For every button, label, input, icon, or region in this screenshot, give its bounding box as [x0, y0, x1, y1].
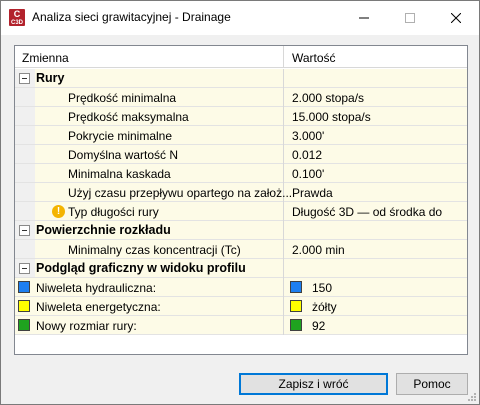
minimize-icon	[359, 17, 369, 19]
category-podglad-graficzny[interactable]: Podgląd graficzny w widoku profilu	[15, 259, 467, 278]
exclamation-icon: !	[52, 205, 65, 218]
property-label: Nowy rozmiar rury:	[36, 319, 137, 333]
property-label: Prędkość minimalna	[68, 91, 177, 105]
title-bar[interactable]: C C3D Analiza sieci grawitacyjnej - Drai…	[1, 1, 479, 35]
color-swatch	[290, 300, 302, 312]
property-row[interactable]: Pokrycie minimalne 3.000'	[15, 126, 467, 145]
property-row[interactable]: ! Typ długości rury Długość 3D — od środ…	[15, 202, 467, 233]
property-row[interactable]: Minimalna kaskada 0.100'	[15, 164, 467, 183]
category-label: Rury	[36, 71, 65, 85]
column-header-value[interactable]: Wartość	[292, 51, 336, 65]
property-label: Użyj czasu przepływu opartego na założ..…	[68, 186, 293, 200]
category-label: Podgląd graficzny w widoku profilu	[36, 261, 246, 275]
color-swatch	[290, 281, 302, 293]
help-button[interactable]: Pomoc	[396, 373, 468, 395]
property-label: Pokrycie minimalne	[68, 129, 173, 143]
property-label: Domyślna wartość N	[68, 148, 179, 162]
property-value[interactable]: 0.012	[292, 148, 322, 162]
property-value[interactable]: żółty	[312, 300, 337, 314]
category-rury[interactable]: Rury	[15, 69, 467, 88]
collapse-icon[interactable]	[19, 73, 30, 84]
minimize-button[interactable]	[341, 1, 387, 35]
property-value[interactable]: 92	[312, 319, 325, 333]
column-header-name[interactable]: Zmienna	[22, 51, 69, 65]
property-row[interactable]: Minimalny czas koncentracji (Tc) 2.000 m…	[15, 240, 467, 259]
property-row[interactable]: Prędkość maksymalna 15.000 stopa/s	[15, 107, 467, 126]
dialog-window: C C3D Analiza sieci grawitacyjnej - Drai…	[0, 0, 480, 405]
maximize-icon	[405, 13, 415, 23]
property-label: Prędkość maksymalna	[68, 110, 189, 124]
color-swatch	[290, 319, 302, 331]
property-row[interactable]: Prędkość minimalna 2.000 stopa/s	[15, 88, 467, 107]
civil3d-app-icon: C C3D	[9, 9, 25, 26]
property-grid: Zmienna Wartość Rury Prędkość minimalna …	[14, 45, 468, 355]
collapse-icon[interactable]	[19, 225, 30, 236]
property-label: Typ długości rury	[68, 205, 159, 219]
property-value[interactable]: 3.000'	[292, 129, 324, 143]
close-icon	[451, 13, 461, 23]
color-swatch	[18, 281, 30, 293]
window-title: Analiza sieci grawitacyjnej - Drainage	[32, 10, 231, 24]
property-row[interactable]: Użyj czasu przepływu opartego na założ..…	[15, 183, 467, 202]
property-value[interactable]: 15.000 stopa/s	[292, 110, 371, 124]
close-button[interactable]	[433, 1, 479, 35]
property-value[interactable]: 2.000 stopa/s	[292, 91, 364, 105]
resize-grip-icon[interactable]	[467, 392, 477, 402]
category-powierzchnie-rozkladu[interactable]: Powierzchnie rozkładu	[15, 221, 467, 240]
color-swatch	[18, 300, 30, 312]
save-and-return-button[interactable]: Zapisz i wróć	[239, 373, 388, 395]
property-label: Minimalny czas koncentracji (Tc)	[68, 243, 241, 257]
column-divider[interactable]	[283, 46, 284, 68]
property-label: Minimalna kaskada	[68, 167, 171, 181]
color-row-new-pipe[interactable]: Nowy rozmiar rury: 92	[15, 316, 467, 335]
maximize-button[interactable]	[387, 1, 433, 35]
property-value[interactable]: 0.100'	[292, 167, 324, 181]
property-label: Niweleta hydrauliczna:	[36, 281, 157, 295]
property-label: Niweleta energetyczna:	[36, 300, 161, 314]
color-row-energy[interactable]: Niweleta energetyczna: żółty	[15, 297, 467, 316]
property-value[interactable]: Prawda	[292, 186, 333, 200]
color-swatch	[18, 319, 30, 331]
category-label: Powierzchnie rozkładu	[36, 223, 171, 237]
property-value[interactable]: 2.000 min	[292, 243, 345, 257]
collapse-icon[interactable]	[19, 263, 30, 274]
property-row[interactable]: Domyślna wartość N 0.012	[15, 145, 467, 164]
property-value[interactable]: 150	[312, 281, 332, 295]
grid-header: Zmienna Wartość	[15, 46, 467, 68]
color-row-hydraulic[interactable]: Niweleta hydrauliczna: 150	[15, 278, 467, 297]
